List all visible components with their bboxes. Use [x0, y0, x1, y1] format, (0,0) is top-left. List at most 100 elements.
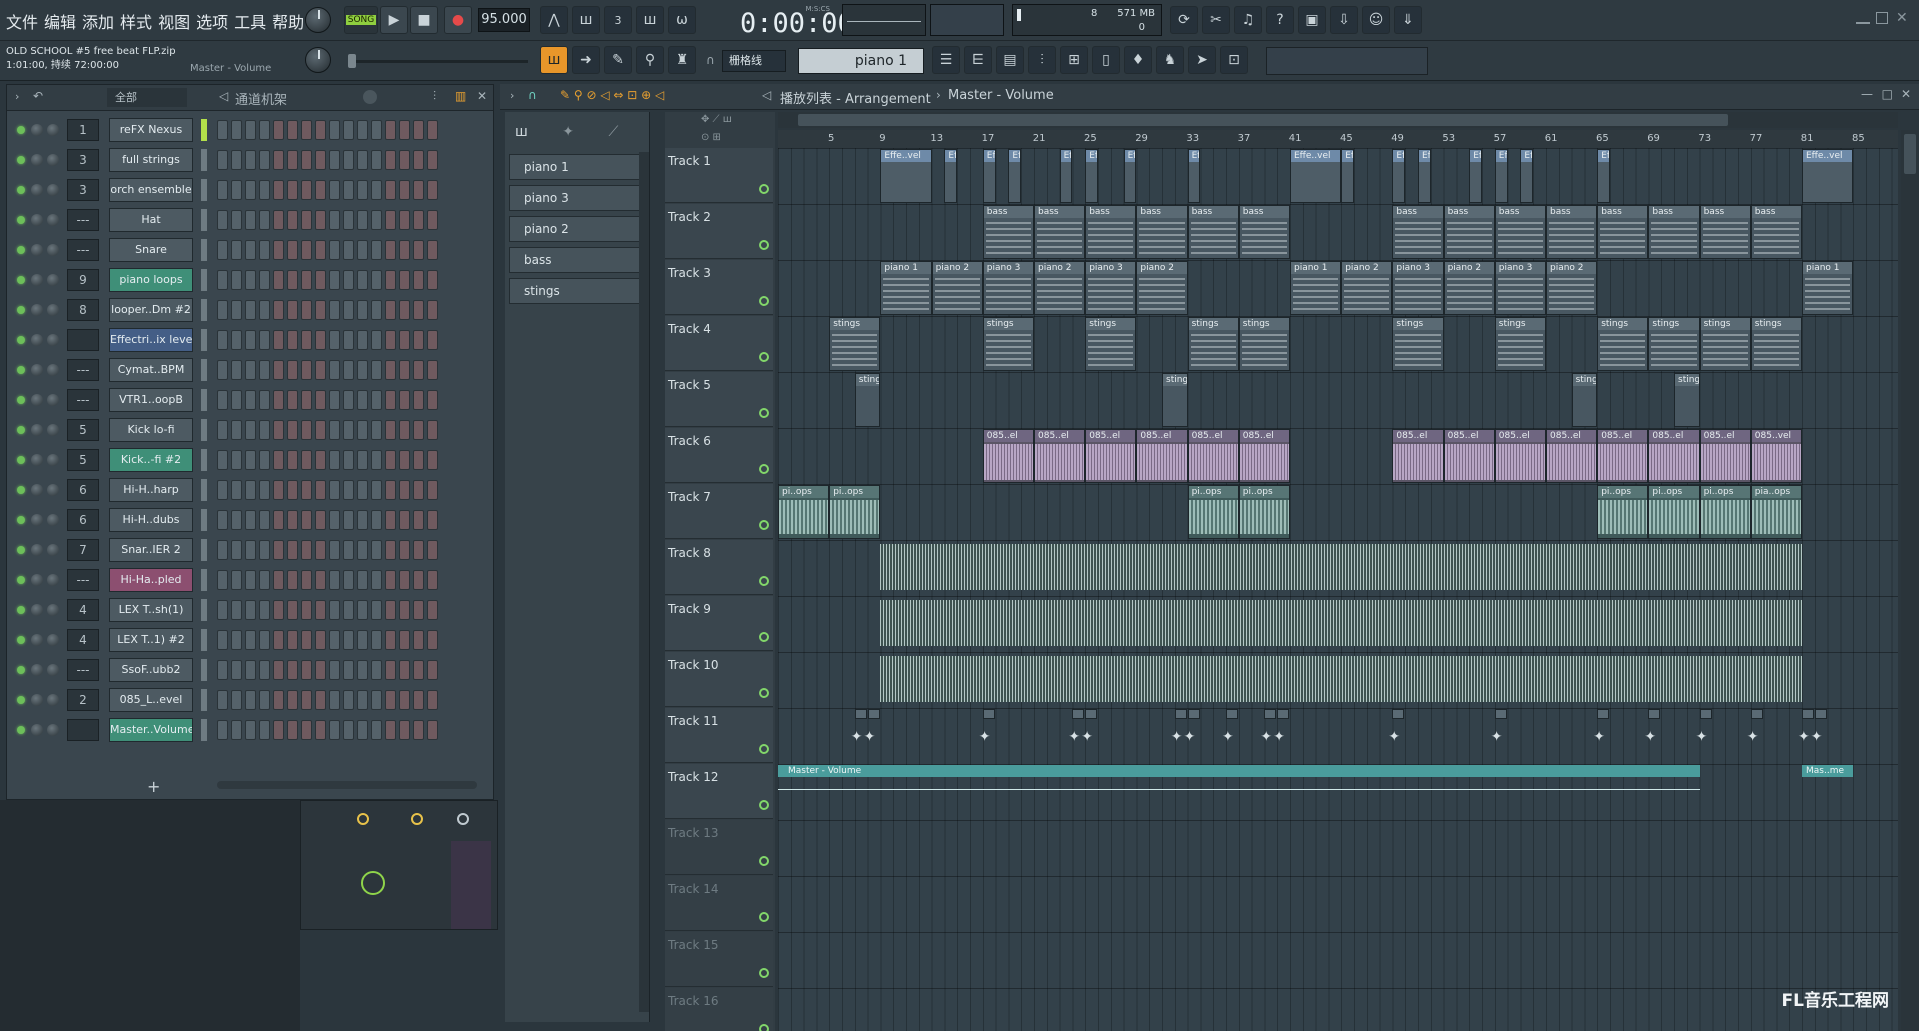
- step-button[interactable]: [273, 330, 284, 350]
- step-button[interactable]: [427, 630, 438, 650]
- step-button[interactable]: [273, 270, 284, 290]
- playlist-clip[interactable]: pi..ops: [1597, 485, 1649, 539]
- step-button[interactable]: [315, 660, 326, 680]
- window-close-button[interactable]: ✕: [1896, 10, 1908, 26]
- step-button[interactable]: [259, 420, 270, 440]
- channel-pan-knob[interactable]: [31, 334, 43, 346]
- step-button[interactable]: [231, 450, 242, 470]
- step-button[interactable]: [413, 360, 424, 380]
- channel-mixer-track[interactable]: 5: [67, 419, 99, 441]
- channel-select[interactable]: [201, 209, 207, 231]
- channel-row[interactable]: Effectri..ix level: [7, 325, 493, 355]
- step-button[interactable]: [427, 720, 438, 740]
- playlist-clip[interactable]: Effe..vel: [1008, 149, 1022, 203]
- stamp-tool-button[interactable]: ♜: [668, 46, 696, 74]
- step-button[interactable]: [217, 540, 228, 560]
- mixer-track-knob[interactable]: [457, 813, 469, 825]
- channel-pan-knob[interactable]: [31, 724, 43, 736]
- track-enable-led[interactable]: [759, 464, 769, 474]
- picker-scrollbar[interactable]: [639, 152, 649, 1012]
- step-button[interactable]: [399, 120, 410, 140]
- news-panel[interactable]: [1266, 47, 1428, 75]
- pattern-item[interactable]: piano 2: [509, 216, 645, 242]
- channel-mute-led[interactable]: [17, 126, 25, 134]
- channel-mute-led[interactable]: [17, 156, 25, 164]
- step-button[interactable]: [413, 480, 424, 500]
- step-button[interactable]: [343, 450, 354, 470]
- channel-pan-knob[interactable]: [31, 544, 43, 556]
- step-button[interactable]: [259, 540, 270, 560]
- step-button[interactable]: [301, 600, 312, 620]
- channel-mute-led[interactable]: [17, 546, 25, 554]
- playlist-clip[interactable]: piano 2: [1443, 261, 1495, 315]
- step-button[interactable]: [329, 540, 340, 560]
- arrow-tool-button[interactable]: ➜: [572, 46, 600, 74]
- step-button[interactable]: [273, 480, 284, 500]
- step-button[interactable]: [357, 480, 368, 500]
- step-button[interactable]: [217, 570, 228, 590]
- track-enable-led[interactable]: [759, 688, 769, 698]
- channel-row[interactable]: 6 Hi-H..dubs: [7, 505, 493, 535]
- step-button[interactable]: [427, 360, 438, 380]
- step-button[interactable]: [385, 570, 396, 590]
- step-button[interactable]: [315, 600, 326, 620]
- step-button[interactable]: [287, 330, 298, 350]
- step-button[interactable]: [343, 300, 354, 320]
- playlist-clip[interactable]: stings: [829, 317, 881, 371]
- step-button[interactable]: [231, 690, 242, 710]
- step-button[interactable]: [357, 180, 368, 200]
- step-button[interactable]: [273, 600, 284, 620]
- channel-pan-knob[interactable]: [31, 634, 43, 646]
- one-shot-clip[interactable]: ✦: [1491, 709, 1507, 763]
- menu-help[interactable]: 帮助: [272, 9, 304, 33]
- playlist-clip[interactable]: 085..el: [1699, 429, 1751, 483]
- step-button[interactable]: [217, 300, 228, 320]
- playlist-clip[interactable]: piano 3: [1494, 261, 1546, 315]
- channel-name-button[interactable]: reFX Nexus: [109, 118, 193, 142]
- step-button[interactable]: [287, 510, 298, 530]
- step-button[interactable]: [315, 180, 326, 200]
- step-button[interactable]: [287, 690, 298, 710]
- step-button[interactable]: [273, 630, 284, 650]
- step-button[interactable]: [287, 450, 298, 470]
- playlist-clip[interactable]: bass: [1238, 205, 1290, 259]
- channel-pan-knob[interactable]: [31, 394, 43, 406]
- channel-row[interactable]: 9 piano loops: [7, 265, 493, 295]
- playlist-clip[interactable]: bass: [1443, 205, 1495, 259]
- channel-select[interactable]: [201, 539, 207, 561]
- step-button[interactable]: [329, 150, 340, 170]
- step-button[interactable]: [343, 240, 354, 260]
- step-button[interactable]: [273, 570, 284, 590]
- rack-arrow-icon[interactable]: ›: [15, 90, 19, 103]
- step-button[interactable]: [385, 600, 396, 620]
- step-button[interactable]: [273, 390, 284, 410]
- save-button[interactable]: ▣: [1298, 6, 1326, 34]
- step-button[interactable]: [245, 270, 256, 290]
- playlist-clip[interactable]: piano 2: [1546, 261, 1598, 315]
- step-button[interactable]: [315, 420, 326, 440]
- step-button[interactable]: [343, 600, 354, 620]
- zoom-icon[interactable]: ✥ ⟋ ш: [701, 114, 732, 125]
- track-header[interactable]: Track 16: [665, 988, 773, 1031]
- step-button[interactable]: [315, 360, 326, 380]
- track-header[interactable]: Track 14: [665, 876, 773, 931]
- tempo-display[interactable]: 95.000: [478, 8, 530, 32]
- channel-mixer-track[interactable]: ---: [67, 239, 99, 261]
- pattern-item[interactable]: stings: [509, 278, 645, 304]
- step-button[interactable]: [427, 570, 438, 590]
- channel-mute-led[interactable]: [17, 216, 25, 224]
- step-button[interactable]: [427, 240, 438, 260]
- channel-pan-knob[interactable]: [31, 604, 43, 616]
- menu-view[interactable]: 视图: [158, 9, 190, 33]
- step-button[interactable]: [343, 330, 354, 350]
- step-button[interactable]: [399, 630, 410, 650]
- step-button[interactable]: [385, 660, 396, 680]
- horizontal-scroll[interactable]: [778, 112, 1898, 128]
- step-button[interactable]: [357, 360, 368, 380]
- step-button[interactable]: [427, 420, 438, 440]
- track-enable-led[interactable]: [759, 576, 769, 586]
- step-button[interactable]: [315, 510, 326, 530]
- track-enable-led[interactable]: [759, 968, 769, 978]
- add-channel-button[interactable]: +: [147, 777, 160, 796]
- step-button[interactable]: [343, 180, 354, 200]
